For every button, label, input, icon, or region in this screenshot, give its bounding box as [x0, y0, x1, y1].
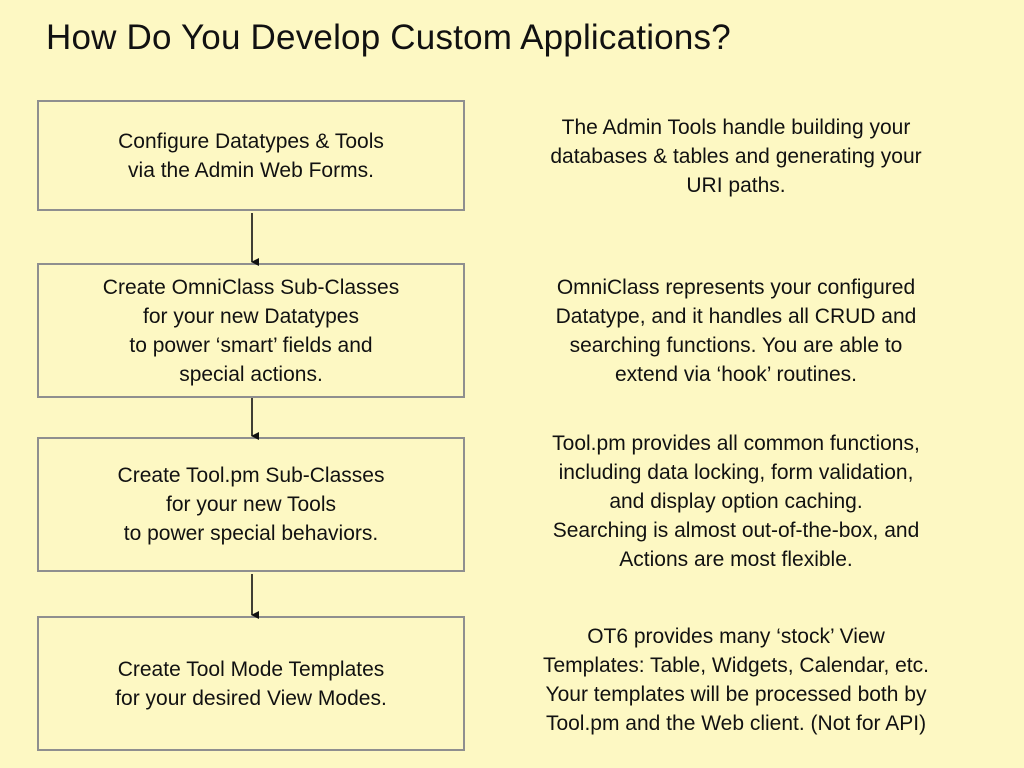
step-text: Create Tool Mode Templates for your desi…	[115, 657, 387, 710]
step-text: Create Tool.pm Sub-Classes for your new …	[117, 464, 385, 545]
slide-title: How Do You Develop Custom Applications?	[46, 18, 731, 57]
step-box-toolpm-subclasses: Create Tool.pm Sub-Classes for your new …	[37, 437, 465, 572]
step-box-configure-datatypes: Configure Datatypes & Tools via the Admi…	[37, 100, 465, 211]
step-text: Create OmniClass Sub-Classes for your ne…	[102, 275, 400, 386]
note-ot6-templates: OT6 provides many ‘stock’ View Templates…	[543, 625, 929, 735]
step-box-omniclass-subclasses: Create OmniClass Sub-Classes for your ne…	[37, 263, 465, 398]
step-box-tool-mode-templates: Create Tool Mode Templates for your desi…	[37, 616, 465, 751]
step-text: Configure Datatypes & Tools via the Admi…	[118, 129, 384, 182]
note-omniclass: OmniClass represents your configured Dat…	[555, 276, 917, 386]
note-toolpm: Tool.pm provides all common functions, i…	[552, 432, 920, 571]
note-admin-tools: The Admin Tools handle building your dat…	[550, 116, 922, 197]
